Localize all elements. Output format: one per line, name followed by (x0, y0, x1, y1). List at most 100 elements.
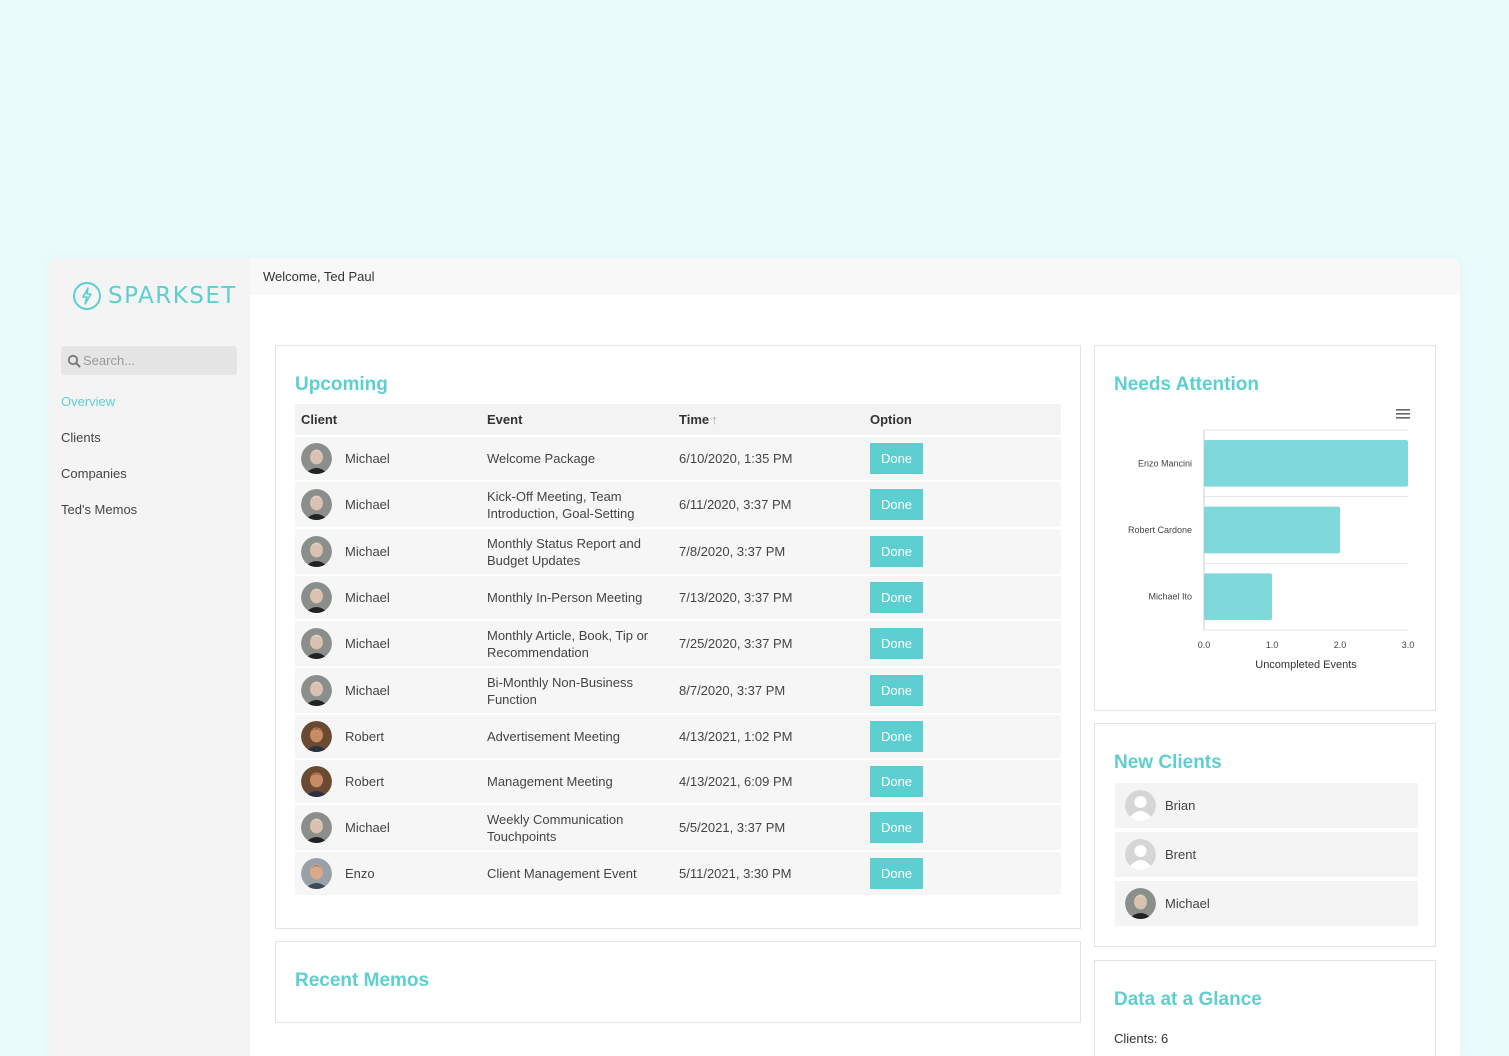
new-client-item[interactable]: Brian (1115, 783, 1418, 828)
chart-bar[interactable] (1204, 440, 1408, 487)
client-cell[interactable]: Michael (295, 536, 487, 567)
client-name: Michael (345, 683, 390, 698)
table-row: Enzo Client Management Event 5/11/2021, 3:… (295, 850, 1061, 895)
client-avatar (301, 443, 332, 474)
sidebar: SPARKSET Overview Clients Companies Ted'… (49, 258, 250, 1056)
option-cell: Done (870, 675, 1061, 706)
time-cell: 6/10/2020, 1:35 PM (679, 451, 793, 466)
new-clients-card: New Clients Brian Brent Michael (1094, 723, 1436, 947)
done-button[interactable]: Done (870, 766, 923, 797)
client-avatar (301, 582, 332, 613)
chart-bar[interactable] (1204, 573, 1272, 620)
time-cell: 5/5/2021, 3:37 PM (679, 820, 786, 835)
client-avatar (1125, 888, 1156, 919)
table-row: Michael Weekly Communication Touchpoints 5… (295, 803, 1061, 850)
option-cell: Done (870, 766, 1061, 797)
option-cell: Done (870, 536, 1061, 567)
search-input[interactable] (83, 353, 233, 368)
time-cell: 7/13/2020, 3:37 PM (679, 590, 793, 605)
user-placeholder-icon (1125, 839, 1156, 870)
client-name: Michael (345, 820, 390, 835)
done-button[interactable]: Done (870, 812, 923, 843)
event-cell: Monthly Article, Book, Tip or Recommenda… (487, 627, 649, 660)
client-cell[interactable]: Michael (295, 443, 487, 474)
table-body: Michael Welcome Package 6/10/2020, 1:35 PM… (295, 435, 1061, 895)
client-cell[interactable]: Enzo (295, 858, 487, 889)
client-avatar (301, 766, 332, 797)
sidebar-item-clients[interactable]: Clients (61, 430, 137, 466)
client-cell[interactable]: Michael (295, 582, 487, 613)
option-cell: Done (870, 812, 1061, 843)
time-cell: 4/13/2021, 1:02 PM (679, 729, 793, 744)
client-name: Robert (345, 729, 385, 744)
new-client-item[interactable]: Brent (1115, 832, 1418, 877)
client-avatar (301, 536, 332, 567)
client-name: Enzo (345, 866, 375, 881)
client-avatar (301, 858, 332, 889)
sidebar-item-companies[interactable]: Companies (61, 466, 137, 502)
time-cell: 4/13/2021, 6:09 PM (679, 774, 793, 789)
time-cell: 7/25/2020, 3:37 PM (679, 636, 793, 651)
sidebar-item-memos[interactable]: Ted's Memos (61, 502, 137, 538)
client-name: Michael (345, 451, 390, 466)
option-cell: Done (870, 858, 1061, 889)
time-cell: 6/11/2020, 3:37 PM (679, 497, 792, 512)
client-avatar (301, 489, 332, 520)
spark-logo-icon (73, 282, 101, 310)
table-header: Client Event Time ↑ Option (295, 404, 1061, 435)
client-name: Michael (345, 590, 390, 605)
col-event-header[interactable]: Event (487, 411, 679, 428)
client-cell[interactable]: Robert (295, 766, 487, 797)
done-button[interactable]: Done (870, 443, 923, 474)
done-button[interactable]: Done (870, 489, 923, 520)
sidebar-nav: Overview Clients Companies Ted's Memos (61, 394, 137, 538)
option-cell: Done (870, 582, 1061, 613)
client-name: Michael (345, 497, 390, 512)
client-name: Michael (345, 544, 390, 559)
event-cell: Kick-Off Meeting, Team Introduction, Goa… (487, 488, 635, 521)
done-button[interactable]: Done (870, 628, 923, 659)
done-button[interactable]: Done (870, 582, 923, 613)
needs-attention-card: Needs Attention Enzo Mancini Robert Cardo… (1094, 345, 1436, 711)
col-client-header[interactable]: Client (295, 412, 487, 427)
client-cell[interactable]: Michael (295, 675, 487, 706)
upcoming-table: Client Event Time ↑ Option Michael Welcome… (295, 404, 1061, 895)
client-avatar (301, 721, 332, 752)
chart-tick-label: 2.0 (1334, 640, 1347, 650)
event-cell: Management Meeting (487, 774, 613, 789)
search-box[interactable] (61, 346, 237, 375)
chart-bar[interactable] (1204, 506, 1340, 554)
client-cell[interactable]: Michael (295, 628, 487, 659)
new-client-name: Brian (1165, 798, 1196, 813)
sidebar-item-overview[interactable]: Overview (61, 394, 137, 430)
chart-category-label: Enzo Mancini (1138, 458, 1192, 468)
event-cell: Monthly In-Person Meeting (487, 590, 643, 605)
time-cell: 5/11/2021, 3:30 PM (679, 866, 792, 881)
brand-logo[interactable]: SPARKSET (73, 282, 237, 310)
user-placeholder-icon (1125, 790, 1156, 821)
needs-attention-title: Needs Attention (1114, 374, 1259, 395)
table-row: Michael Bi-Monthly Non-Business Function 8… (295, 666, 1061, 713)
done-button[interactable]: Done (870, 675, 923, 706)
table-row: Michael Kick-Off Meeting, Team Introducti… (295, 480, 1061, 527)
chart-tick-label: 1.0 (1266, 640, 1279, 650)
search-icon (67, 354, 81, 367)
done-button[interactable]: Done (870, 858, 923, 889)
done-button[interactable]: Done (870, 721, 923, 752)
client-cell[interactable]: Michael (295, 489, 487, 520)
sort-arrow-up-icon[interactable]: ↑ (711, 412, 718, 427)
table-row: Michael Welcome Package 6/10/2020, 1:35 PM… (295, 435, 1061, 480)
time-cell: 7/8/2020, 3:37 PM (679, 544, 786, 559)
client-cell[interactable]: Robert (295, 721, 487, 752)
new-client-item[interactable]: Michael (1115, 881, 1418, 926)
chart-category-label: Robert Cardone (1128, 525, 1192, 535)
table-row: Robert Advertisement Meeting 4/13/2021, 1:… (295, 713, 1061, 758)
welcome-message: Welcome, Ted Paul (263, 269, 375, 284)
event-cell: Monthly Status Report and Budget Updates (487, 535, 641, 568)
done-button[interactable]: Done (870, 536, 923, 567)
client-cell[interactable]: Michael (295, 812, 487, 843)
col-time-header[interactable]: Time ↑ (679, 412, 870, 427)
event-cell: Client Management Event (487, 866, 637, 881)
time-cell: 8/7/2020, 3:37 PM (679, 683, 786, 698)
brand-name: SPARKSET (108, 283, 237, 309)
